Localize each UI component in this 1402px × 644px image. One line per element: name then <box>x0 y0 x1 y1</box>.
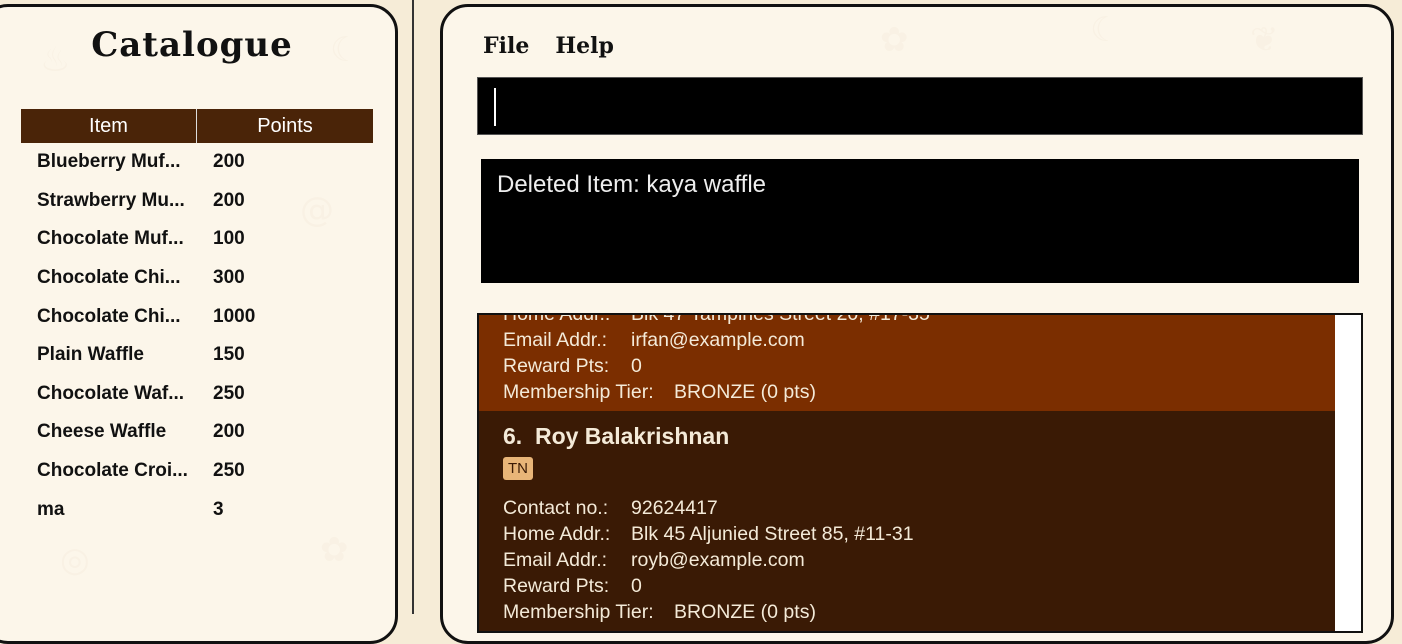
item-points: 200 <box>213 151 245 173</box>
result-text: Deleted Item: kaya waffle <box>497 171 767 198</box>
column-header-points[interactable]: Points <box>197 109 373 143</box>
membership-tier-row: Membership Tier: BRONZE (0 pts) <box>503 381 816 404</box>
item-name: ma <box>37 498 65 520</box>
menu-bar: File Help <box>483 33 614 59</box>
command-box <box>477 77 1363 135</box>
item-name: Chocolate Chi... <box>37 267 181 289</box>
table-row[interactable]: Chocolate Waf... 250 <box>21 375 373 414</box>
reward-points-row: Reward Pts: 0 <box>503 355 642 378</box>
item-points: 300 <box>213 267 245 289</box>
menu-file[interactable]: File <box>483 33 529 59</box>
home-address-row: Home Addr.: Blk 47 Tampines Street 20, #1… <box>503 313 930 326</box>
catalogue-table: Item Points Blueberry Muf... 200 Strawber… <box>21 109 373 529</box>
list-scrollbar[interactable] <box>1335 315 1361 631</box>
customer-index: 6. <box>503 423 523 449</box>
catalogue-panel: Catalogue Item Points Blueberry Muf... 20… <box>0 4 398 644</box>
table-row[interactable]: Strawberry Mu... 200 <box>21 182 373 221</box>
membership-tier-row: Membership Tier: BRONZE (0 pts) <box>503 601 816 624</box>
column-header-item[interactable]: Item <box>21 109 197 143</box>
command-input[interactable] <box>478 78 1362 134</box>
item-points: 200 <box>213 421 245 443</box>
item-points: 1000 <box>213 305 256 327</box>
email-label: Email Addr.: <box>503 329 608 351</box>
reward-points-label: Reward Pts: <box>503 575 610 597</box>
reward-points-value: 0 <box>631 575 642 597</box>
split-divider[interactable] <box>412 0 414 614</box>
item-points: 150 <box>213 344 245 366</box>
item-name: Strawberry Mu... <box>37 189 185 211</box>
text-caret <box>494 88 496 126</box>
customer-card-selected[interactable]: Home Addr.: Blk 47 Tampines Street 20, #1… <box>479 313 1335 411</box>
home-address-value: Blk 47 Tampines Street 20, #17-35 <box>631 313 930 325</box>
contact-value: 92624417 <box>631 497 718 519</box>
table-row[interactable]: Chocolate Croi... 250 <box>21 452 373 491</box>
customer-tag: TN <box>503 457 533 480</box>
customer-card[interactable]: 6. Roy Balakrishnan TN Contact no.: 92624… <box>479 411 1335 631</box>
table-row[interactable]: Chocolate Chi... 1000 <box>21 297 373 336</box>
item-points: 100 <box>213 228 245 250</box>
item-name: Plain Waffle <box>37 344 144 366</box>
table-row[interactable]: Plain Waffle 150 <box>21 336 373 375</box>
email-value: royb@example.com <box>631 549 805 571</box>
item-name: Cheese Waffle <box>37 421 167 443</box>
table-row[interactable]: Chocolate Chi... 300 <box>21 259 373 298</box>
catalogue-title: Catalogue <box>91 25 293 65</box>
catalogue-table-header: Item Points <box>21 109 373 143</box>
home-address-row: Home Addr.: Blk 45 Aljunied Street 85, #1… <box>503 523 914 546</box>
table-row[interactable]: Chocolate Muf... 100 <box>21 220 373 259</box>
customer-list[interactable]: Home Addr.: Blk 47 Tampines Street 20, #1… <box>477 313 1363 633</box>
reward-points-row: Reward Pts: 0 <box>503 575 642 598</box>
item-name: Chocolate Croi... <box>37 460 188 482</box>
table-row[interactable]: ma 3 <box>21 490 373 529</box>
item-points: 250 <box>213 382 245 404</box>
email-row: Email Addr.: irfan@example.com <box>503 329 805 352</box>
item-points: 250 <box>213 460 245 482</box>
customer-name-text: Roy Balakrishnan <box>534 423 730 449</box>
item-name: Blueberry Muf... <box>37 151 181 173</box>
contact-row: Contact no.: 92624417 <box>503 497 718 520</box>
home-address-label: Home Addr.: <box>503 523 611 545</box>
customer-name: 6. Roy Balakrishnan <box>503 423 729 450</box>
reward-points-value: 0 <box>631 355 642 377</box>
item-name: Chocolate Waf... <box>37 382 185 404</box>
table-row[interactable]: Blueberry Muf... 200 <box>21 143 373 182</box>
email-value: irfan@example.com <box>631 329 805 351</box>
contact-label: Contact no.: <box>503 497 609 519</box>
membership-tier-label: Membership Tier: <box>503 601 654 623</box>
membership-tier-label: Membership Tier: <box>503 381 654 403</box>
membership-tier-value: BRONZE (0 pts) <box>674 601 816 623</box>
result-display: Deleted Item: kaya waffle <box>481 159 1359 283</box>
item-name: Chocolate Chi... <box>37 305 181 327</box>
home-address-label: Home Addr.: <box>503 313 611 325</box>
email-row: Email Addr.: royb@example.com <box>503 549 805 572</box>
table-row[interactable]: Cheese Waffle 200 <box>21 413 373 452</box>
item-points: 200 <box>213 189 245 211</box>
reward-points-label: Reward Pts: <box>503 355 610 377</box>
item-name: Chocolate Muf... <box>37 228 184 250</box>
membership-tier-value: BRONZE (0 pts) <box>674 381 816 403</box>
email-label: Email Addr.: <box>503 549 608 571</box>
menu-help[interactable]: Help <box>555 33 614 59</box>
home-address-value: Blk 45 Aljunied Street 85, #11-31 <box>631 523 914 545</box>
item-points: 3 <box>213 498 224 520</box>
main-panel: File Help Deleted Item: kaya waffle Home… <box>440 4 1394 644</box>
